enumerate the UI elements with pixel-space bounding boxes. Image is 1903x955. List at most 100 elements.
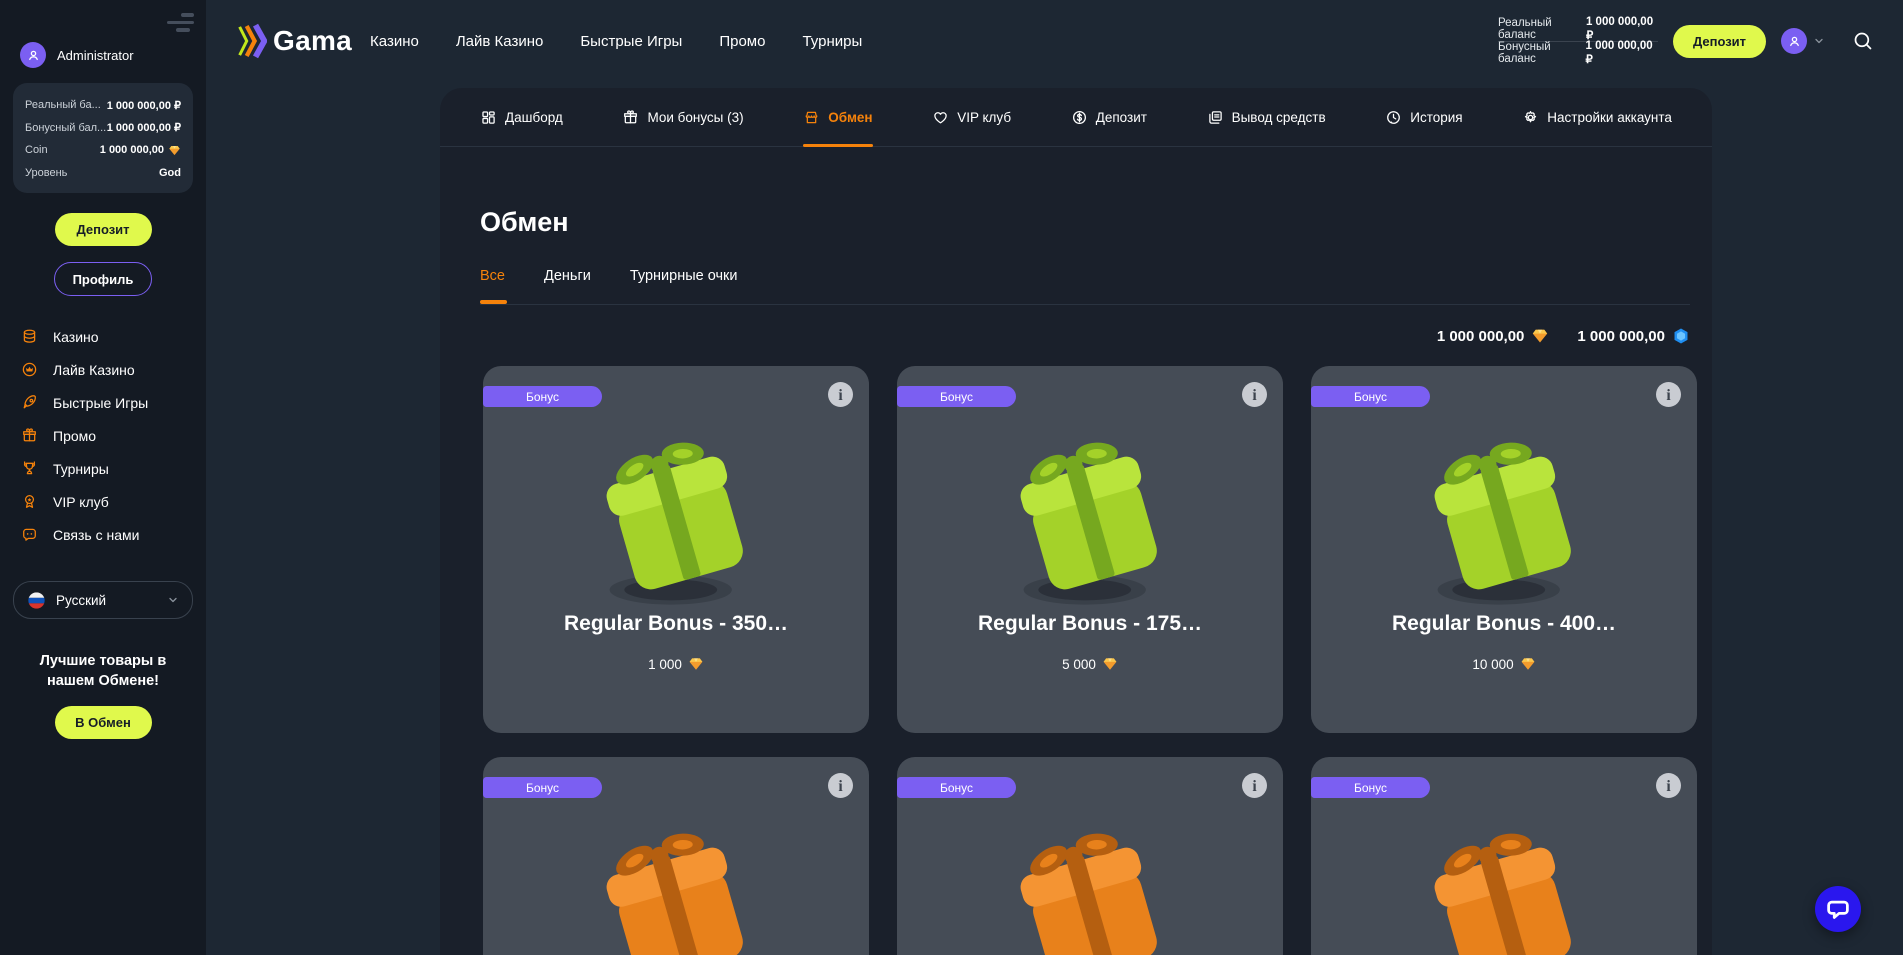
- sidebar-item-live-casino[interactable]: Лайв Казино: [0, 353, 206, 386]
- balance-value: 1 000 000,00 ₽: [1586, 40, 1658, 66]
- card-title: Regular Bonus - 175…: [897, 612, 1283, 636]
- logo-text: Gama: [273, 25, 352, 57]
- avatar: [1781, 28, 1807, 54]
- info-icon[interactable]: i: [1242, 382, 1267, 407]
- gift-image: [1000, 418, 1180, 613]
- tab-label: Вывод средств: [1232, 110, 1326, 125]
- sidebar-item-label: Лайв Казино: [53, 362, 135, 378]
- dollar-icon: [1071, 109, 1088, 126]
- bonus-card[interactable]: Бонус i Regular Bonus - 400… 10 000: [1311, 366, 1697, 733]
- info-icon[interactable]: i: [1242, 773, 1267, 798]
- bonus-card[interactable]: Бонус i Regular Bonus - 175… 5 000: [897, 366, 1283, 733]
- tab-label: Настройки аккаунта: [1547, 110, 1672, 125]
- gift-image: [1414, 809, 1594, 955]
- gama-logo-icon: [237, 23, 267, 59]
- card-badge: Бонус: [483, 777, 602, 798]
- header-nav-item[interactable]: Турниры: [802, 33, 862, 50]
- price-value: 10 000: [1472, 657, 1513, 672]
- sidebar-item-label: Связь с нами: [53, 527, 139, 543]
- info-icon[interactable]: i: [828, 773, 853, 798]
- casino-icon: [21, 328, 38, 345]
- chevron-down-icon: [1813, 35, 1825, 47]
- header-nav-item[interactable]: Промо: [719, 33, 765, 50]
- balance-row: Уровень God: [25, 162, 181, 185]
- promo-heading: Лучшие товары в нашем Обмене!: [15, 651, 191, 692]
- sidebar-item-promo[interactable]: Промо: [0, 419, 206, 452]
- info-icon[interactable]: i: [828, 382, 853, 407]
- balance-row: Coin 1 000 000,00: [25, 139, 181, 162]
- chat-widget-button[interactable]: [1815, 886, 1861, 932]
- subtab[interactable]: Все: [480, 268, 505, 284]
- sidebar-item-label: VIP клуб: [53, 494, 109, 510]
- medal-icon: [21, 493, 38, 510]
- balance-label: Бонусный баланс: [1498, 41, 1586, 65]
- sidebar-item-label: Казино: [53, 329, 99, 345]
- sidebar-item-fast-games[interactable]: Быстрые Игры: [0, 386, 206, 419]
- bonus-card[interactable]: Бонус i Regular Bonus - 350… 1 000: [483, 366, 869, 733]
- tab-my-bonuses[interactable]: Мои бонусы (3): [622, 88, 743, 146]
- header-deposit-button[interactable]: Депозит: [1673, 25, 1766, 58]
- sidebar-item-tournaments[interactable]: Турниры: [0, 452, 206, 485]
- price-value: 5 000: [1062, 657, 1096, 672]
- docs-icon: [1207, 109, 1224, 126]
- tab-label: Обмен: [828, 110, 872, 125]
- language-selector[interactable]: Русский: [13, 581, 193, 619]
- card-title: Regular Bonus - 400…: [1311, 612, 1697, 636]
- header: Gama Казино Лайв Казино Быстрые Игры Промо Т…: [206, 0, 1903, 82]
- balance-value: 1 000 000,00: [100, 144, 181, 157]
- wallet-value: 1 000 000,00: [1437, 328, 1525, 345]
- bonus-card[interactable]: Бонус i: [1311, 757, 1697, 955]
- logo[interactable]: Gama: [237, 23, 352, 59]
- tab-account-settings[interactable]: Настройки аккаунта: [1522, 88, 1672, 146]
- trophy-icon: [21, 460, 38, 477]
- to-exchange-button[interactable]: В Обмен: [55, 706, 152, 739]
- tab-vip-club[interactable]: VIP клуб: [932, 88, 1011, 146]
- russian-flag-icon: [27, 591, 46, 610]
- search-icon[interactable]: [1852, 30, 1874, 52]
- tab-history[interactable]: История: [1385, 88, 1462, 146]
- menu-collapse-icon[interactable]: [166, 13, 194, 32]
- header-balance-row: Реальный баланс 1 000 000,00 ₽: [1498, 21, 1658, 38]
- user-icon: [1786, 33, 1803, 50]
- account-menu[interactable]: [1781, 28, 1825, 54]
- bonus-card[interactable]: Бонус i: [897, 757, 1283, 955]
- tab-label: История: [1410, 110, 1462, 125]
- sidebar-item-vip-club[interactable]: VIP клуб: [0, 485, 206, 518]
- exchange-filter-tabs: Все Деньги Турнирные очки: [480, 268, 1690, 305]
- profile-tabbar: Дашборд Мои бонусы (3) Обмен VIP клуб Де…: [440, 88, 1712, 147]
- info-icon[interactable]: i: [1656, 773, 1681, 798]
- chat-square-icon: [21, 526, 38, 543]
- gem-orange-icon: [168, 144, 181, 157]
- header-nav-item[interactable]: Казино: [370, 33, 419, 50]
- balance-value: God: [159, 167, 181, 179]
- heart-icon: [932, 109, 949, 126]
- sidebar-item-contact[interactable]: Связь с нами: [0, 518, 206, 551]
- gem-blue-icon: [1672, 327, 1690, 345]
- sidebar-item-casino[interactable]: Казино: [0, 320, 206, 353]
- profile-button[interactable]: Профиль: [54, 262, 153, 296]
- shop-icon: [803, 109, 820, 126]
- subtab[interactable]: Турнирные очки: [630, 268, 738, 284]
- tab-withdraw[interactable]: Вывод средств: [1207, 88, 1326, 146]
- sidebar-deposit-button[interactable]: Депозит: [55, 213, 152, 246]
- card-badge: Бонус: [1311, 386, 1430, 407]
- bonus-card-grid: Бонус i Regular Bonus - 350… 1 000 Бонус…: [483, 366, 1697, 955]
- tab-label: Дашборд: [505, 110, 563, 125]
- header-nav-item[interactable]: Лайв Казино: [456, 33, 544, 50]
- svg-text:i: i: [1252, 387, 1257, 404]
- balance-value: 1 000 000,00 ₽: [1586, 16, 1658, 42]
- user-row[interactable]: Administrator: [20, 42, 206, 68]
- header-nav-item[interactable]: Быстрые Игры: [580, 33, 682, 50]
- gem-orange-icon: [1102, 656, 1118, 672]
- user-name: Administrator: [57, 48, 134, 63]
- sidebar-nav: Казино Лайв Казино Быстрые Игры Промо Ту…: [0, 320, 206, 551]
- info-icon[interactable]: i: [1656, 382, 1681, 407]
- tab-dashboard[interactable]: Дашборд: [480, 88, 563, 146]
- clock-icon: [1385, 109, 1402, 126]
- gift-image: [586, 418, 766, 613]
- card-badge: Бонус: [1311, 777, 1430, 798]
- tab-exchange[interactable]: Обмен: [803, 88, 872, 146]
- subtab[interactable]: Деньги: [544, 268, 591, 284]
- tab-deposit[interactable]: Депозит: [1071, 88, 1147, 146]
- bonus-card[interactable]: Бонус i: [483, 757, 869, 955]
